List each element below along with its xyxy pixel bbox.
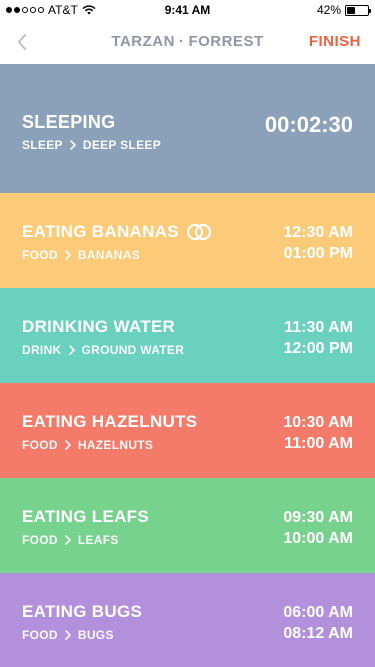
activity-row-eating-bugs[interactable]: EATING BUGS FOOD BUGS 06:00 AM 08:12 AM xyxy=(0,573,375,667)
activity-title-text: EATING BANANAS xyxy=(22,222,179,241)
activity-title: DRINKING WATER xyxy=(22,317,175,337)
activity-breadcrumb: FOOD BANANAS xyxy=(22,248,140,262)
activity-breadcrumb: DRINK GROUND WATER xyxy=(22,343,184,357)
activity-category: DRINK xyxy=(22,343,62,357)
activity-breadcrumb: FOOD BUGS xyxy=(22,628,114,642)
activity-title-text: EATING LEAFS xyxy=(22,507,150,526)
activity-subcategory: BUGS xyxy=(77,628,114,642)
time-start: 06:00 AM xyxy=(283,604,353,621)
activity-title-text: DRINKING WATER xyxy=(22,317,176,336)
activity-times: 12:30 AM 01:00 PM xyxy=(283,222,353,264)
chevron-right-icon xyxy=(62,629,74,641)
battery-icon xyxy=(345,4,371,16)
chevron-right-icon xyxy=(62,439,74,451)
time-start: 10:30 AM xyxy=(283,414,353,431)
chevron-right-icon xyxy=(62,534,74,546)
activity-subcategory: DEEP SLEEP xyxy=(82,138,161,152)
activity-title: SLEEPING xyxy=(22,112,115,133)
activity-title-text: EATING BUGS xyxy=(22,602,143,621)
activity-breadcrumb: FOOD HAZELNUTS xyxy=(22,438,153,452)
status-right: 42% xyxy=(316,3,371,17)
time-end: 10:00 AM xyxy=(283,530,353,547)
activity-row-eating-leafs[interactable]: EATING LEAFS FOOD LEAFS 09:30 AM 10:00 A… xyxy=(0,478,375,573)
activity-title-text: SLEEPING xyxy=(22,112,116,132)
time-end: 01:00 PM xyxy=(283,245,353,262)
activity-row-eating-hazelnuts[interactable]: EATING HAZELNUTS FOOD HAZELNUTS 10:30 AM… xyxy=(0,383,375,478)
activity-breadcrumb: SLEEP DEEP SLEEP xyxy=(22,138,161,152)
duration-time: 00:02:30 xyxy=(264,112,353,137)
activity-category: FOOD xyxy=(22,628,58,642)
screen: AT&T 9:41 AM 42% TARZAN · FORREST FINISH… xyxy=(0,0,375,667)
activity-times: 09:30 AM 10:00 AM xyxy=(283,507,353,549)
title-right: FORREST xyxy=(188,33,264,50)
title-left: TARZAN xyxy=(111,33,175,50)
activity-times: 10:30 AM 11:00 AM xyxy=(283,412,353,454)
activity-breadcrumb: FOOD LEAFS xyxy=(22,533,119,547)
activity-subcategory: BANANAS xyxy=(77,248,140,262)
chevron-right-icon xyxy=(67,139,79,151)
activity-title: EATING BUGS xyxy=(22,602,142,622)
time-end: 08:12 AM xyxy=(283,625,353,642)
activity-subcategory: GROUND WATER xyxy=(81,343,185,357)
activity-subcategory: LEAFS xyxy=(77,533,119,547)
battery-fill xyxy=(347,6,356,14)
battery-percent: 42% xyxy=(316,3,341,17)
activity-duration: 00:02:30 xyxy=(264,112,353,137)
activity-times: 06:00 AM 08:12 AM xyxy=(283,602,353,644)
time-start: 12:30 AM xyxy=(283,224,353,241)
activity-title: EATING LEAFS xyxy=(22,507,149,527)
activity-title: EATING HAZELNUTS xyxy=(22,412,197,432)
activity-row-sleeping[interactable]: SLEEPING SLEEP DEEP SLEEP 00:02:30 xyxy=(0,64,375,193)
time-end: 12:00 PM xyxy=(283,340,353,357)
status-bar: AT&T 9:41 AM 42% xyxy=(0,0,375,20)
activity-category: SLEEP xyxy=(22,138,63,152)
activity-row-drinking-water[interactable]: DRINKING WATER DRINK GROUND WATER 11:30 … xyxy=(0,288,375,383)
activity-title-text: EATING HAZELNUTS xyxy=(22,412,198,431)
nav-bar: TARZAN · FORREST FINISH xyxy=(0,20,375,64)
time-end: 11:00 AM xyxy=(284,435,353,452)
activity-row-eating-bananas[interactable]: EATING BANANAS FOOD BANANAS 12:30 AM 01:… xyxy=(0,193,375,288)
activity-title: EATING BANANAS xyxy=(22,222,213,242)
activity-subcategory: HAZELNUTS xyxy=(77,438,154,452)
activity-category: FOOD xyxy=(22,533,58,547)
activity-times: 11:30 AM 12:00 PM xyxy=(284,317,353,359)
activity-category: FOOD xyxy=(22,438,58,452)
chevron-right-icon xyxy=(62,249,74,261)
title-separator: · xyxy=(178,33,185,50)
time-start: 11:30 AM xyxy=(284,319,353,336)
finish-button[interactable]: FINISH xyxy=(309,33,361,50)
activity-category: FOOD xyxy=(22,248,58,262)
rings-icon xyxy=(185,223,213,241)
time-start: 09:30 AM xyxy=(283,509,353,526)
activity-list: SLEEPING SLEEP DEEP SLEEP 00:02:30 EATIN… xyxy=(0,64,375,667)
chevron-right-icon xyxy=(66,344,78,356)
